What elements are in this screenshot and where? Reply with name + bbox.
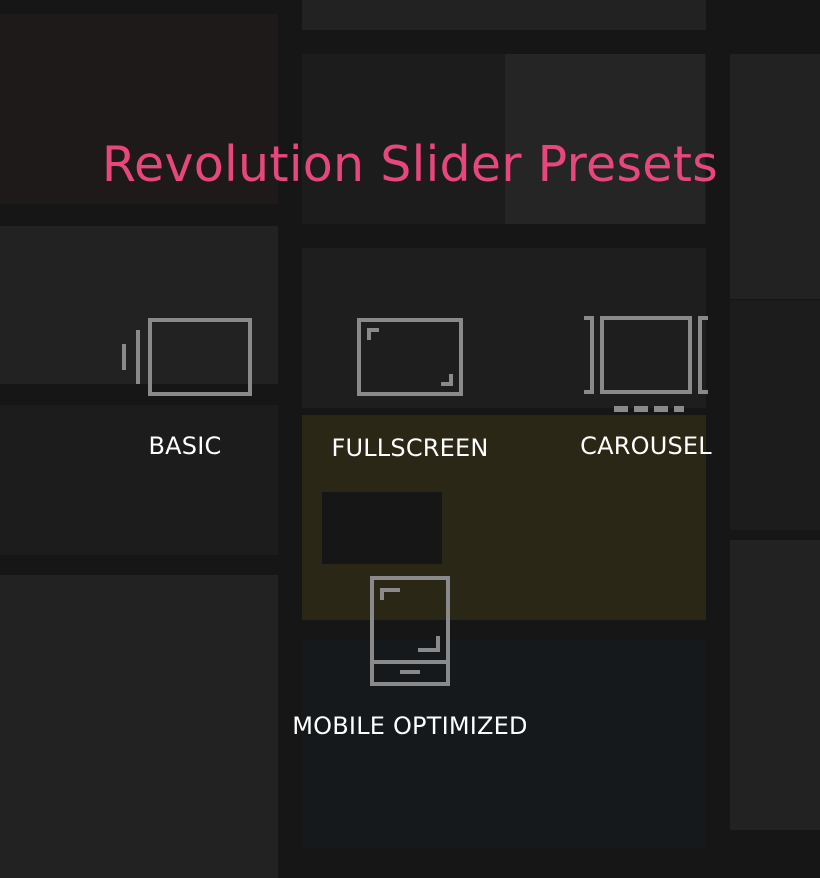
carousel-slider-icon (584, 316, 708, 412)
page-title: Revolution Slider Presets (101, 136, 719, 193)
preset-label: BASIC (148, 432, 222, 460)
preset-fullscreen[interactable]: FULLSCREEN (300, 314, 520, 464)
preset-label: FULLSCREEN (331, 434, 489, 462)
basic-slider-icon (122, 318, 252, 396)
preset-carousel[interactable]: CAROUSEL (560, 312, 732, 462)
fullscreen-slider-icon (357, 318, 463, 396)
mobile-optimized-icon (370, 576, 450, 686)
preset-label: MOBILE OPTIMIZED (292, 712, 528, 740)
preset-mobile-optimized[interactable]: MOBILE OPTIMIZED (270, 574, 550, 742)
preset-basic[interactable]: BASIC (100, 314, 270, 462)
preset-label: CAROUSEL (580, 432, 712, 460)
